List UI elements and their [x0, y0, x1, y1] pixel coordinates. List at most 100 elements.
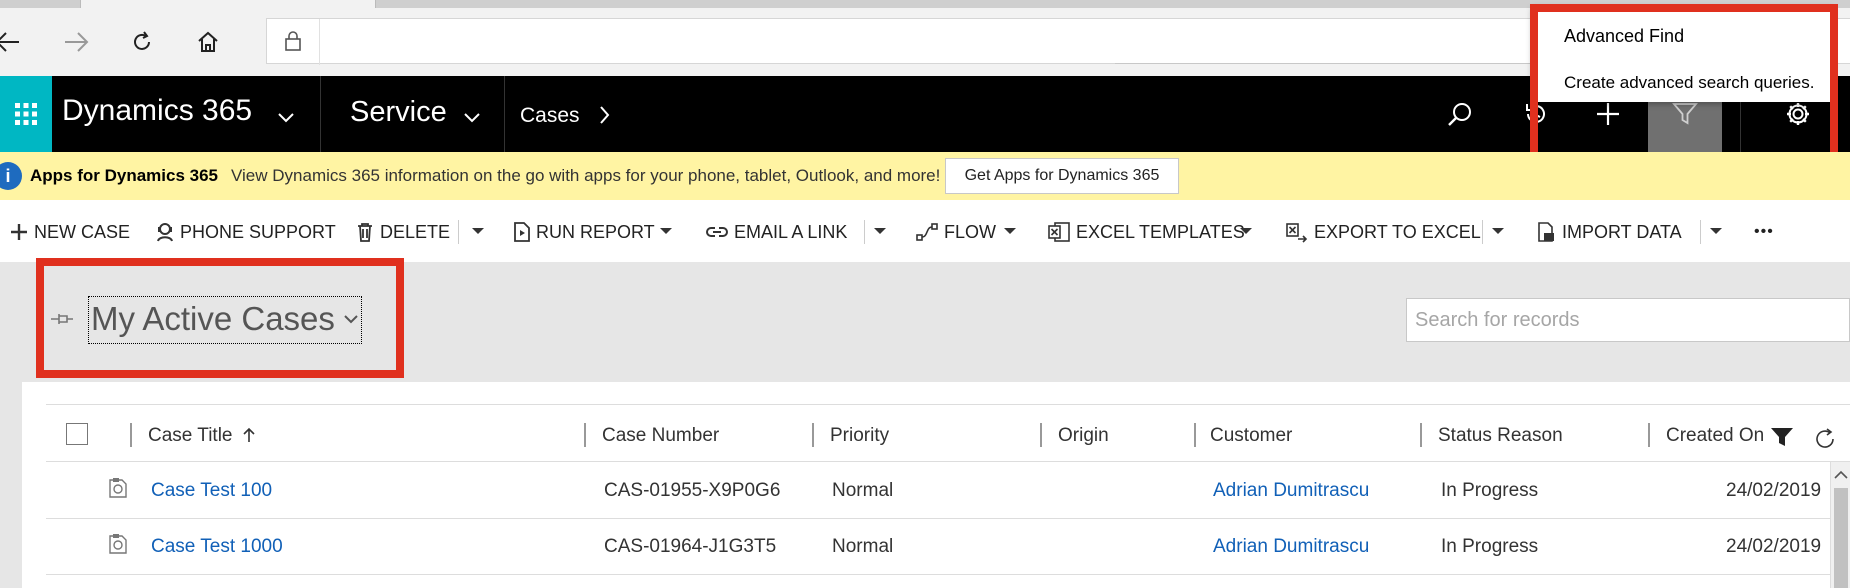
customer-link[interactable]: Adrian Dumitrascu — [1213, 480, 1369, 502]
phone-support-icon — [157, 223, 173, 242]
scrollbar-thumb[interactable] — [1834, 488, 1848, 588]
grid-scrollbar[interactable] — [1830, 462, 1850, 588]
delete-label: DELETE — [380, 221, 451, 242]
pin-icon[interactable] — [50, 312, 74, 331]
notification-title: Apps for Dynamics 365 — [30, 166, 219, 185]
filter-icon[interactable] — [1770, 426, 1794, 453]
created-on-cell: 24/02/2019 — [1726, 536, 1822, 557]
case-record-icon — [108, 533, 128, 560]
filter-icon — [1672, 103, 1698, 125]
flow-label: FLOW — [944, 221, 996, 242]
tooltip-title: Advanced Find — [1564, 26, 1685, 46]
column-header-case-title[interactable]: Case Title — [148, 425, 256, 447]
lock-icon — [285, 31, 301, 56]
phone-support-label: PHONE SUPPORT — [180, 221, 336, 242]
column-divider — [1194, 423, 1196, 447]
chevron-down-icon[interactable] — [464, 110, 480, 128]
get-apps-button[interactable]: Get Apps for Dynamics 365 — [945, 158, 1179, 194]
flow-icon — [916, 223, 938, 241]
table-row[interactable]: Case Test 100 CAS-01955-X9P0G6 Normal Ad… — [46, 463, 1830, 519]
tooltip-description: Create advanced search queries. — [1564, 73, 1815, 92]
created-on-cell: 24/02/2019 — [1726, 480, 1822, 501]
column-header-priority[interactable]: Priority — [830, 425, 889, 447]
column-header-status-reason[interactable]: Status Reason — [1438, 425, 1563, 447]
column-divider — [1648, 423, 1650, 447]
case-title-link[interactable]: Case Test 100 — [151, 480, 272, 502]
notification-text: View Dynamics 365 information on the go … — [231, 166, 941, 185]
column-divider — [130, 423, 132, 447]
email-link-label: EMAIL A LINK — [734, 221, 848, 242]
chevron-down-icon[interactable] — [874, 228, 886, 234]
excel-templates-button[interactable]: EXCEL TEMPLATES — [1048, 220, 1245, 244]
breadcrumb-cases[interactable]: Cases — [520, 104, 580, 128]
export-excel-label: EXPORT TO EXCEL — [1314, 221, 1481, 242]
case-title-link[interactable]: Case Test 1000 — [151, 536, 283, 558]
notification-bar: i Apps for Dynamics 365 View Dynamics 36… — [0, 152, 1850, 200]
search-records-input[interactable]: Search for records — [1406, 298, 1850, 342]
case-number-cell: CAS-01964-J1G3T5 — [604, 536, 777, 557]
column-divider — [1040, 423, 1042, 447]
select-all-checkbox[interactable] — [66, 423, 88, 445]
table-row[interactable]: Case Test 1000 CAS-01964-J1G3T5 Normal A… — [46, 519, 1830, 575]
command-divider — [458, 220, 459, 244]
grid-tools — [1766, 418, 1850, 458]
export-excel-icon — [1286, 223, 1308, 243]
case-record-icon — [108, 477, 128, 504]
chevron-down-icon[interactable] — [1492, 228, 1504, 234]
chevron-down-icon[interactable] — [344, 312, 358, 330]
report-icon — [514, 222, 530, 242]
excel-templates-label: EXCEL TEMPLATES — [1076, 221, 1245, 242]
more-commands-button[interactable]: ••• — [1754, 220, 1774, 244]
run-report-button[interactable]: RUN REPORT — [514, 220, 655, 244]
view-selector[interactable]: My Active Cases — [88, 296, 362, 344]
priority-cell: Normal — [832, 536, 894, 557]
column-divider — [1420, 423, 1422, 447]
column-header-case-number[interactable]: Case Number — [602, 425, 719, 447]
browser-active-tab[interactable] — [80, 0, 376, 8]
forward-icon[interactable] — [56, 22, 96, 62]
phone-support-button[interactable]: PHONE SUPPORT — [156, 220, 336, 244]
nav-divider — [504, 76, 505, 152]
flow-button[interactable]: FLOW — [916, 220, 996, 244]
email-link-button[interactable]: EMAIL A LINK — [706, 220, 847, 244]
chevron-down-icon[interactable] — [660, 228, 672, 234]
new-case-button[interactable]: NEW CASE — [10, 220, 130, 244]
grid-header: Case Title Case Number Priority Origin C… — [46, 404, 1850, 462]
chevron-up-icon — [1834, 470, 1848, 479]
home-icon[interactable] — [188, 22, 228, 62]
import-data-label: IMPORT DATA — [1562, 221, 1682, 242]
app-launcher-icon[interactable] — [0, 76, 52, 152]
chevron-down-icon[interactable] — [1240, 228, 1252, 234]
info-icon: i — [0, 162, 22, 190]
import-data-button[interactable]: IMPORT DATA — [1536, 220, 1682, 244]
column-header-customer[interactable]: Customer — [1210, 425, 1292, 447]
chevron-right-icon[interactable] — [600, 106, 610, 129]
chevron-down-icon[interactable] — [278, 110, 294, 128]
chevron-down-icon[interactable] — [1004, 228, 1016, 234]
chevron-down-icon[interactable] — [472, 228, 484, 234]
new-case-label: NEW CASE — [34, 221, 131, 242]
case-number-cell: CAS-01955-X9P0G6 — [604, 480, 781, 501]
run-report-label: RUN REPORT — [536, 221, 655, 242]
plus-icon — [11, 224, 27, 240]
trash-icon — [358, 223, 372, 242]
chevron-down-icon[interactable] — [1710, 228, 1722, 234]
excel-icon — [1048, 222, 1070, 242]
back-icon[interactable] — [0, 22, 28, 62]
sort-ascending-icon — [243, 427, 255, 442]
refresh-icon[interactable] — [122, 22, 162, 62]
refresh-icon[interactable] — [1812, 426, 1838, 457]
delete-button[interactable]: DELETE — [356, 220, 450, 244]
column-header-created-on[interactable]: Created On — [1666, 425, 1764, 447]
customer-link[interactable]: Adrian Dumitrascu — [1213, 536, 1369, 558]
export-excel-button[interactable]: EXPORT TO EXCEL — [1286, 220, 1481, 244]
area-selector[interactable]: Service — [350, 96, 447, 129]
status-reason-cell: In Progress — [1441, 536, 1539, 557]
column-header-origin[interactable]: Origin — [1058, 425, 1109, 447]
command-divider — [864, 220, 865, 244]
link-icon — [706, 227, 728, 237]
command-divider — [1700, 220, 1701, 244]
brand-title[interactable]: Dynamics 365 — [62, 94, 252, 128]
search-icon[interactable] — [1440, 76, 1480, 152]
nav-divider — [320, 76, 321, 152]
